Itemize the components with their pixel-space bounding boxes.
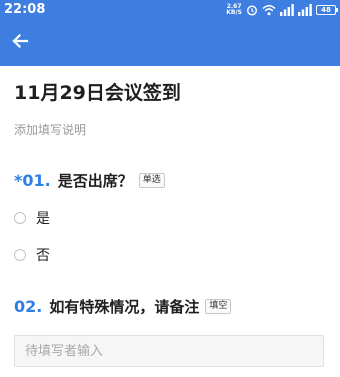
question-text: 如有特殊情况，请备注 — [49, 298, 200, 316]
status-time: 22:08 — [4, 2, 46, 17]
radio-button[interactable] — [14, 249, 26, 261]
status-bar: 22:08 2.67 KB/S 48 — [0, 0, 340, 20]
question-type-tag: 单选 — [138, 173, 165, 188]
question-type-tag: 填空 — [205, 299, 232, 314]
battery-icon: 48 — [316, 5, 338, 15]
toolbar — [0, 20, 340, 66]
option-yes[interactable]: 是 — [14, 208, 50, 228]
required-mark: * — [14, 171, 23, 190]
network-speed-unit: KB/S — [226, 9, 242, 16]
alarm-icon — [246, 4, 258, 16]
status-icons: 2.67 KB/S 48 — [226, 3, 338, 17]
form-title: 11月29日会议签到 — [14, 82, 181, 104]
radio-button[interactable] — [14, 212, 26, 224]
remarks-input[interactable] — [14, 335, 324, 367]
question-number: 02. — [14, 297, 43, 316]
question-text: 是否出席？ — [57, 172, 133, 190]
back-button[interactable] — [6, 29, 34, 57]
network-speed: 2.67 KB/S — [226, 4, 242, 16]
signal-icon — [280, 4, 294, 16]
question-number: 01. — [22, 171, 51, 190]
option-label: 否 — [36, 248, 50, 264]
form-description[interactable]: 添加填写说明 — [14, 121, 86, 138]
signal-icon — [298, 4, 312, 16]
arrow-left-icon — [11, 32, 29, 54]
question-2: 02. 如有特殊情况，请备注 填空 — [14, 296, 232, 317]
question-1: * 01. 是否出席？ 单选 — [14, 170, 165, 191]
option-no[interactable]: 否 — [14, 245, 50, 265]
option-label: 是 — [36, 211, 50, 227]
wifi-icon — [262, 4, 276, 16]
